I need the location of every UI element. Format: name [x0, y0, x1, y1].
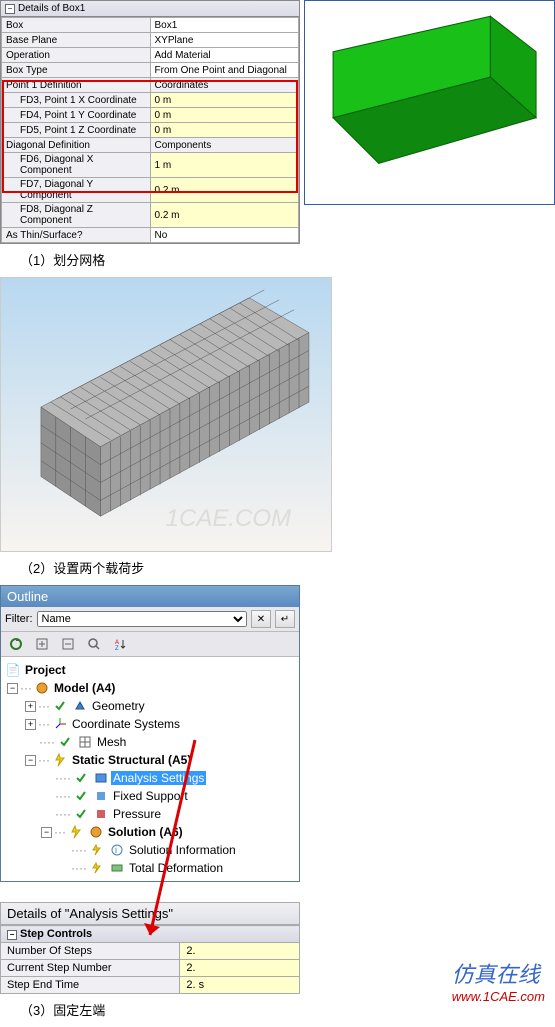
minus-icon[interactable]: −	[7, 683, 18, 694]
filter-clear-button[interactable]: ✕	[251, 610, 271, 628]
expand-icon[interactable]	[31, 634, 53, 654]
table-row[interactable]: Box TypeFrom One Point and Diagonal	[2, 63, 299, 78]
table-row[interactable]: FD6, Diagonal X Component1 m	[2, 153, 299, 178]
details-table: BoxBox1 Base PlaneXYPlane OperationAdd M…	[1, 17, 299, 243]
table-row[interactable]: As Thin/Surface?No	[2, 228, 299, 243]
collapse-icon[interactable]	[57, 634, 79, 654]
pressure-icon	[93, 806, 109, 822]
search-icon[interactable]	[83, 634, 105, 654]
check-icon	[52, 698, 68, 714]
table-row[interactable]: FD4, Point 1 Y Coordinate0 m	[2, 108, 299, 123]
table-row[interactable]: Diagonal DefinitionComponents	[2, 138, 299, 153]
model-icon	[34, 680, 50, 696]
footer-brand: 仿真在线 www.1CAE.com	[452, 957, 545, 1004]
table-row[interactable]: Base PlaneXYPlane	[2, 33, 299, 48]
caption-2: （2）设置两个载荷步	[0, 552, 555, 585]
support-icon	[93, 788, 109, 804]
minus-icon[interactable]: −	[7, 930, 17, 940]
sort-icon[interactable]: AZ	[109, 634, 131, 654]
check-icon	[73, 788, 89, 804]
table-row[interactable]: BoxBox1	[2, 18, 299, 33]
collapse-icon[interactable]: −	[5, 4, 15, 14]
outline-header: Outline	[1, 586, 299, 607]
check-icon	[57, 734, 73, 750]
caption-1: （1）划分网格	[0, 244, 555, 277]
bolt-icon	[52, 752, 68, 768]
bolt-icon	[68, 824, 84, 840]
plus-icon[interactable]: +	[25, 701, 36, 712]
table-row[interactable]: Point 1 DefinitionCoordinates	[2, 78, 299, 93]
check-icon	[73, 770, 89, 786]
tree-model[interactable]: − ··· Model (A4)	[3, 679, 297, 697]
table-row[interactable]: Step End Time2. s	[1, 977, 300, 994]
tree-coord[interactable]: + ··· Coordinate Systems	[3, 715, 297, 733]
deformation-icon	[109, 860, 125, 876]
table-row[interactable]: OperationAdd Material	[2, 48, 299, 63]
table-row[interactable]: FD7, Diagonal Y Component0.2 m	[2, 178, 299, 203]
geometry-icon	[72, 698, 88, 714]
check-icon	[73, 806, 89, 822]
table-row[interactable]: Current Step Number2.	[1, 960, 300, 977]
filter-label: Filter:	[5, 613, 33, 625]
svg-text:i: i	[115, 845, 117, 855]
coord-icon	[52, 716, 68, 732]
info-icon: i	[109, 842, 125, 858]
filter-bar: Filter: Name ✕ ↵	[1, 607, 299, 632]
solid-box-icon	[305, 1, 554, 204]
solution-icon	[88, 824, 104, 840]
table-row[interactable]: FD5, Point 1 Z Coordinate0 m	[2, 123, 299, 138]
outline-toolbar: AZ	[1, 632, 299, 657]
filter-apply-button[interactable]: ↵	[275, 610, 295, 628]
minus-icon[interactable]: −	[41, 827, 52, 838]
minus-icon[interactable]: −	[25, 755, 36, 766]
bolt-icon	[89, 842, 105, 858]
mesh-icon	[77, 734, 93, 750]
plus-icon[interactable]: +	[25, 719, 36, 730]
svg-text:Z: Z	[115, 646, 119, 651]
details-panel-box1: − Details of Box1 BoxBox1 Base PlaneXYPl…	[0, 0, 300, 244]
table-row[interactable]: FD8, Diagonal Z Component0.2 m	[2, 203, 299, 228]
mesh-box-icon	[1, 278, 331, 551]
tree-project[interactable]: 📄 Project	[3, 661, 297, 679]
tree-geometry[interactable]: + ··· Geometry	[3, 697, 297, 715]
annotation-arrow	[130, 735, 230, 950]
analysis-icon	[93, 770, 109, 786]
3d-viewport-solid[interactable]	[304, 0, 555, 205]
table-row[interactable]: FD3, Point 1 X Coordinate0 m	[2, 93, 299, 108]
project-icon: 📄	[5, 662, 21, 678]
details-header[interactable]: − Details of Box1	[1, 1, 299, 17]
filter-select[interactable]: Name	[37, 611, 248, 627]
bolt-icon	[89, 860, 105, 876]
refresh-icon[interactable]	[5, 634, 27, 654]
3d-viewport-mesh[interactable]: 1CAE.COM	[0, 277, 332, 552]
details-title: Details of Box1	[18, 3, 85, 14]
